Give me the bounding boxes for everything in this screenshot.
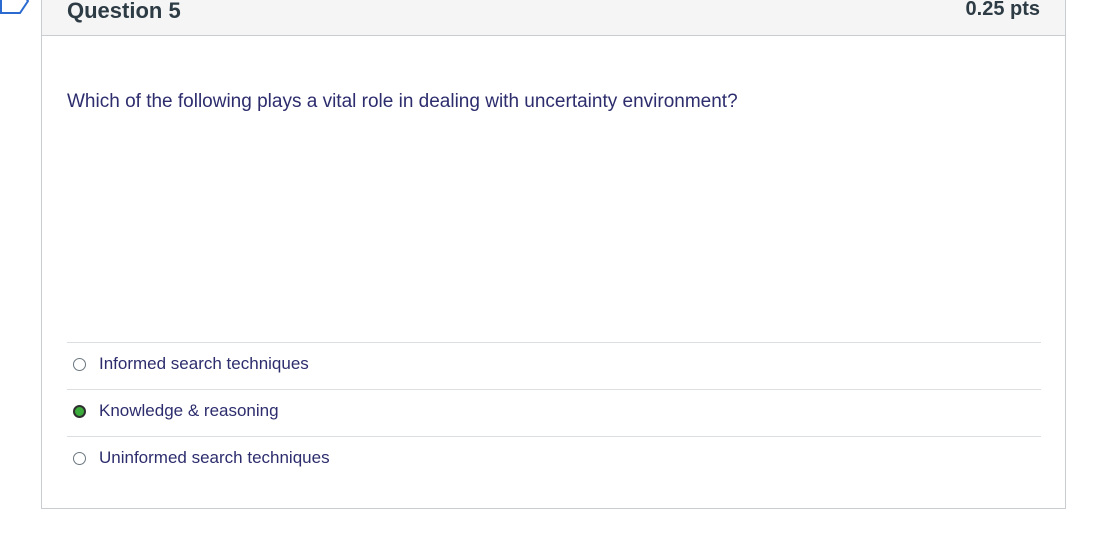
- question-title: Question 5: [67, 0, 181, 23]
- radio-button-uninformed-search[interactable]: [73, 452, 86, 465]
- answer-label[interactable]: Informed search techniques: [99, 354, 309, 374]
- answer-label[interactable]: Uninformed search techniques: [99, 448, 330, 468]
- question-header: Question 5 0.25 pts: [42, 0, 1065, 36]
- answer-label[interactable]: Knowledge & reasoning: [99, 401, 279, 421]
- question-text: Which of the following plays a vital rol…: [67, 91, 738, 112]
- answer-list: Informed search techniques Knowledge & r…: [67, 342, 1041, 483]
- flag-question-icon[interactable]: [0, 0, 30, 16]
- answer-option-uninformed-search[interactable]: Uninformed search techniques: [67, 437, 1041, 483]
- radio-button-knowledge-reasoning[interactable]: [73, 405, 86, 418]
- question-points: 0.25 pts: [965, 0, 1040, 20]
- answer-option-knowledge-reasoning[interactable]: Knowledge & reasoning: [67, 390, 1041, 437]
- question-card: Question 5 0.25 pts Which of the followi…: [41, 0, 1066, 509]
- answer-option-informed-search[interactable]: Informed search techniques: [67, 343, 1041, 390]
- radio-button-informed-search[interactable]: [73, 358, 86, 371]
